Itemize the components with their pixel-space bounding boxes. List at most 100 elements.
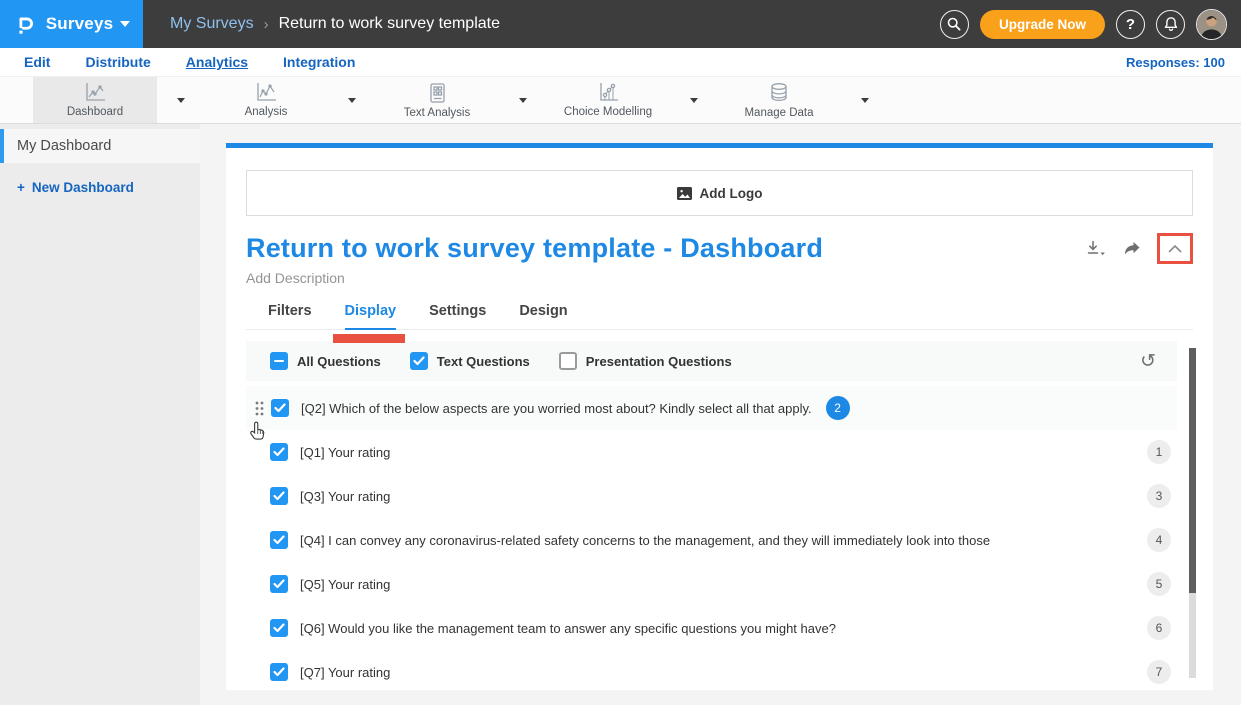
- checkbox-checked[interactable]: [270, 663, 288, 681]
- checkbox-checked[interactable]: [270, 575, 288, 593]
- tab-design[interactable]: Design: [519, 303, 567, 329]
- sidebar-item-my-dashboard[interactable]: My Dashboard: [0, 129, 200, 163]
- text-doc-icon: [427, 82, 447, 104]
- search-icon: [946, 16, 962, 32]
- breadcrumb-separator: ›: [264, 16, 269, 33]
- toolbar-item-text-analysis[interactable]: Text Analysis: [375, 77, 546, 123]
- tab-display[interactable]: Display: [345, 303, 397, 330]
- toolbar-block-dashboard[interactable]: Dashboard: [33, 77, 157, 123]
- toolbar-label: Dashboard: [67, 106, 123, 118]
- question-row[interactable]: [Q5] Your rating5: [246, 562, 1177, 606]
- nav-link-edit[interactable]: Edit: [24, 54, 50, 70]
- nav-link-analytics[interactable]: Analytics: [186, 54, 248, 70]
- filter-presentation-questions[interactable]: Presentation Questions: [559, 352, 732, 370]
- notifications-button[interactable]: [1156, 10, 1185, 39]
- toolbar-dropdown-choice-modelling[interactable]: [670, 77, 717, 123]
- question-label: [Q4] I can convey any coronavirus-relate…: [300, 533, 990, 548]
- plus-icon: +: [17, 180, 25, 195]
- checkbox-checked[interactable]: [270, 531, 288, 549]
- question-label: [Q7] Your rating: [300, 665, 390, 680]
- toolbar-dropdown-text-analysis[interactable]: [499, 77, 546, 123]
- chevron-down-icon: [861, 98, 869, 103]
- checkbox-checked[interactable]: [270, 443, 288, 461]
- checkbox-checked[interactable]: [271, 399, 289, 417]
- toolbar-item-manage-data[interactable]: Manage Data: [717, 77, 888, 123]
- toolbar-block-choice-modelling[interactable]: Choice Modelling: [546, 77, 670, 123]
- top-header: Surveys My Surveys › Return to work surv…: [0, 0, 1241, 48]
- filter-label: All Questions: [297, 354, 381, 369]
- indeterminate-dash-icon: [274, 360, 284, 362]
- annotation-highlight-display-tab: [333, 334, 405, 343]
- analysis-chart-icon: [255, 82, 278, 103]
- toolbar-item-choice-modelling[interactable]: Choice Modelling: [546, 77, 717, 123]
- upgrade-now-button[interactable]: Upgrade Now: [980, 10, 1105, 39]
- title-actions: [1085, 229, 1193, 264]
- toolbar-label: Choice Modelling: [564, 106, 652, 118]
- chevron-up-icon: [1168, 244, 1182, 253]
- toolbar-block-text-analysis[interactable]: Text Analysis: [375, 77, 499, 123]
- breadcrumb-current-title: Return to work survey template: [279, 15, 500, 33]
- checkbox-checked[interactable]: [270, 487, 288, 505]
- toolbar-block-analysis[interactable]: Analysis: [204, 77, 328, 123]
- question-row[interactable]: [Q6] Would you like the management team …: [246, 606, 1177, 650]
- breadcrumb: My Surveys › Return to work survey templ…: [170, 15, 500, 33]
- question-row[interactable]: [Q1] Your rating1: [246, 430, 1177, 474]
- app-window: Surveys My Surveys › Return to work surv…: [0, 0, 1241, 705]
- question-row[interactable]: [Q2] Which of the below aspects are you …: [246, 386, 1177, 430]
- responses-count[interactable]: Responses: 100: [1126, 55, 1225, 70]
- chevron-down-icon: [690, 98, 698, 103]
- download-button[interactable]: [1085, 240, 1107, 258]
- search-button[interactable]: [940, 10, 969, 39]
- vertical-scrollbar-track[interactable]: [1189, 593, 1196, 678]
- filter-all-questions[interactable]: All Questions: [270, 352, 381, 370]
- question-row[interactable]: [Q4] I can convey any coronavirus-relate…: [246, 518, 1177, 562]
- image-icon: [677, 187, 692, 200]
- question-row[interactable]: [Q3] Your rating3: [246, 474, 1177, 518]
- checkbox-checked[interactable]: [270, 619, 288, 637]
- analytics-toolbar: Dashboard Analysis Text Analysis Choice Mod…: [0, 77, 1241, 124]
- tab-filters[interactable]: Filters: [268, 303, 312, 329]
- dashboard-main: Add Logo Return to work survey template …: [200, 124, 1241, 705]
- breadcrumb-my-surveys[interactable]: My Surveys: [170, 15, 254, 33]
- add-description-field[interactable]: Add Description: [246, 270, 1193, 286]
- add-logo-label: Add Logo: [700, 186, 763, 201]
- dashboard-card: Add Logo Return to work survey template …: [226, 143, 1213, 690]
- checkbox-indeterminate[interactable]: [270, 352, 288, 370]
- line-chart-icon: [84, 82, 107, 103]
- chevron-down-icon: [348, 98, 356, 103]
- toolbar-block-manage-data[interactable]: Manage Data: [717, 77, 841, 123]
- add-logo-button[interactable]: Add Logo: [246, 170, 1193, 216]
- toolbar-dropdown-manage-data[interactable]: [841, 77, 888, 123]
- help-button[interactable]: ?: [1116, 10, 1145, 39]
- reset-icon[interactable]: ↺: [1140, 352, 1156, 371]
- chevron-down-icon: [120, 21, 130, 27]
- collapse-button annotation-highlight[interactable]: [1157, 233, 1193, 264]
- question-row[interactable]: [Q7] Your rating7: [246, 650, 1177, 690]
- dashboard-sidebar: My Dashboard + New Dashboard: [0, 124, 200, 705]
- subnav-links: Edit Distribute Analytics Integration: [24, 54, 355, 70]
- nav-link-integration[interactable]: Integration: [283, 54, 355, 70]
- checkbox-checked[interactable]: [410, 352, 428, 370]
- dashboard-title[interactable]: Return to work survey template - Dashboa…: [246, 229, 823, 267]
- toolbar-dropdown-dashboard[interactable]: [157, 77, 204, 123]
- question-label: [Q5] Your rating: [300, 577, 390, 592]
- question-number-badge: 3: [1147, 484, 1171, 508]
- toolbar-item-dashboard[interactable]: Dashboard: [33, 77, 204, 123]
- share-arrow-icon: [1123, 241, 1141, 257]
- app-name: Surveys: [46, 14, 114, 34]
- toolbar-item-analysis[interactable]: Analysis: [204, 77, 375, 123]
- tab-settings[interactable]: Settings: [429, 303, 486, 329]
- question-label: [Q6] Would you like the management team …: [300, 621, 836, 636]
- filter-label: Presentation Questions: [586, 354, 732, 369]
- vertical-scrollbar-thumb[interactable]: [1189, 348, 1196, 593]
- new-dashboard-button[interactable]: + New Dashboard: [17, 180, 200, 195]
- drag-handle-icon[interactable]: [255, 401, 264, 416]
- checkbox-unchecked[interactable]: [559, 352, 577, 370]
- filter-checkboxes: All Questions Text Questions Presentation …: [270, 352, 732, 370]
- share-button[interactable]: [1123, 241, 1141, 257]
- toolbar-dropdown-analysis[interactable]: [328, 77, 375, 123]
- filter-text-questions[interactable]: Text Questions: [410, 352, 530, 370]
- user-avatar[interactable]: [1196, 9, 1227, 40]
- app-logo[interactable]: Surveys: [0, 0, 143, 48]
- nav-link-distribute[interactable]: Distribute: [85, 54, 150, 70]
